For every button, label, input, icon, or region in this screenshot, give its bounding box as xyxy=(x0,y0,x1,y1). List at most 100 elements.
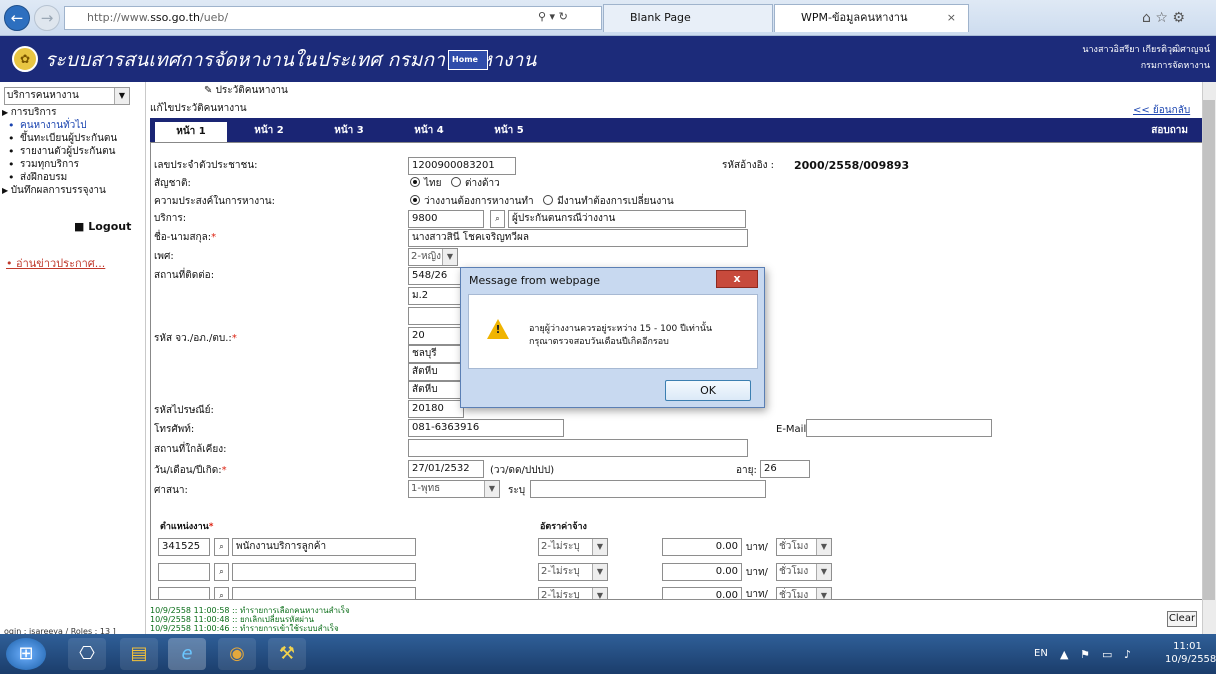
tray-expand-icon[interactable]: ▲ xyxy=(1060,648,1068,661)
tambon-field[interactable]: สัตหีบ xyxy=(408,381,464,399)
clock-time[interactable]: 11:01 xyxy=(1165,641,1210,652)
required-mark: * xyxy=(221,465,227,476)
network-icon[interactable]: ▭ xyxy=(1102,648,1112,661)
wage-amount-field[interactable]: 0.00 xyxy=(662,563,742,581)
lookup-icon[interactable]: ⌕ xyxy=(214,587,229,600)
start-button-icon[interactable]: ⊞ xyxy=(6,638,46,670)
wage-unit-value: ชั่วโมง xyxy=(779,541,809,552)
wage-amount-field[interactable]: 0.00 xyxy=(662,538,742,556)
dob-field[interactable]: 27/01/2532 xyxy=(408,460,484,478)
scrollbar-thumb[interactable] xyxy=(1203,100,1215,600)
service-name-field[interactable]: ผู้ประกันตนกรณีว่างงาน xyxy=(508,210,746,228)
clock-date[interactable]: 10/9/2558 xyxy=(1165,654,1216,665)
logout-button[interactable]: ■ Logout xyxy=(74,220,131,233)
back-arrow-icon[interactable]: ← xyxy=(4,5,30,31)
action-center-flag-icon[interactable]: ⚑ xyxy=(1080,648,1090,661)
chevron-down-icon: ▼ xyxy=(816,539,831,555)
home-star-gear-icons[interactable]: ⌂ ☆ ⚙ xyxy=(1142,10,1185,26)
tab-page-2[interactable]: หน้า 2 xyxy=(230,121,308,142)
intent-radios: ว่างงานต้องการหางานทำ มีงานทำต้องการเปลี… xyxy=(410,195,674,209)
inquiry-tab[interactable]: สอบถาม xyxy=(1151,121,1188,141)
tab-wpm[interactable]: WPM-ข้อมูลคนหางาน × xyxy=(774,4,969,32)
tab-page-5[interactable]: หน้า 5 xyxy=(470,121,548,142)
wage-type-select[interactable]: 2-ไม่ระบุ ▼ xyxy=(538,587,608,600)
sidebar-item-register-insured[interactable]: ขึ้นทะเบียนผู้ประกันตน xyxy=(2,132,144,145)
position-code-field[interactable] xyxy=(158,563,210,581)
sidebar-item-training[interactable]: ส่งฝึกอบรม xyxy=(2,171,144,184)
menu-head-services[interactable]: การบริการ xyxy=(2,106,144,119)
back-link[interactable]: << ย้อนกลับ xyxy=(1133,103,1190,118)
wage-unit-select[interactable]: ชั่วโมง ▼ xyxy=(776,587,832,600)
service-select[interactable]: บริการคนหางาน ▼ xyxy=(4,87,130,105)
tab-page-4[interactable]: หน้า 4 xyxy=(390,121,468,142)
nationality-foreign-radio[interactable] xyxy=(451,177,462,187)
user-name: นางสาวอิสรียา เกียรติวุฒิศาญจน์ xyxy=(1082,45,1210,55)
tab-page-1[interactable]: หน้า 1 xyxy=(154,121,228,142)
lookup-icon[interactable]: ⌕ xyxy=(490,210,505,228)
address-line-3[interactable] xyxy=(408,307,464,325)
position-code-field[interactable] xyxy=(158,587,210,600)
forward-arrow-icon[interactable]: → xyxy=(34,5,60,31)
chevron-down-icon: ▼ xyxy=(592,539,607,555)
sidebar-item-report-insured[interactable]: รายงานตัวผู้ประกันตน xyxy=(2,145,144,158)
news-link[interactable]: • อ่านข่าวประกาศ... xyxy=(6,254,105,272)
religion-other-field[interactable] xyxy=(530,480,766,498)
religion-select[interactable]: 1-พุทธ ▼ xyxy=(408,480,500,498)
amphoe-field[interactable]: สัตหีบ xyxy=(408,363,464,381)
bullet-icon: • xyxy=(6,257,16,270)
postal-field[interactable]: 20180 xyxy=(408,400,464,418)
home-button[interactable]: Home xyxy=(448,50,488,70)
close-tab-icon[interactable]: × xyxy=(947,5,956,31)
ok-button[interactable]: OK xyxy=(665,380,751,401)
menu-head-placement[interactable]: บันทึกผลการบรรจุงาน xyxy=(2,184,144,197)
nearby-field[interactable] xyxy=(408,439,748,457)
position-code-field[interactable]: 341525 xyxy=(158,538,210,556)
gender-select[interactable]: 2-หญิง ▼ xyxy=(408,248,458,266)
wage-amount-field[interactable]: 0.00 xyxy=(662,587,742,600)
nationality-foreign-label: ต่างด้าว xyxy=(465,178,500,189)
dob-label-text: วัน/เดือน/ปีเกิด: xyxy=(154,465,222,476)
sidebar-item-general-jobseeker[interactable]: คนหางานทั่วไป xyxy=(2,119,144,132)
name-field[interactable]: นางสาวสินี โชคเจริญทวีผล xyxy=(408,229,748,247)
province-field[interactable]: ชลบุรี xyxy=(408,345,464,363)
age-field[interactable]: 26 xyxy=(760,460,810,478)
tools-app-icon[interactable]: ⚒ xyxy=(268,638,306,670)
id-field[interactable]: 1200900083201 xyxy=(408,157,516,175)
lookup-icon[interactable]: ⌕ xyxy=(214,563,229,581)
email-field[interactable] xyxy=(806,419,992,437)
lookup-icon[interactable]: ⌕ xyxy=(214,538,229,556)
network-app-icon[interactable]: ⎔ xyxy=(68,638,106,670)
volume-icon[interactable]: ♪ xyxy=(1124,648,1131,661)
language-indicator[interactable]: EN xyxy=(1034,648,1048,659)
address-bar[interactable]: http://www.sso.go.th/ueb/ xyxy=(64,6,602,30)
dialog-title: Message from webpage xyxy=(469,274,601,287)
dialog-close-button[interactable]: x xyxy=(716,270,758,288)
tab-page-3[interactable]: หน้า 3 xyxy=(310,121,388,142)
wage-type-select[interactable]: 2-ไม่ระบุ ▼ xyxy=(538,538,608,556)
wage-type-select[interactable]: 2-ไม่ระบุ ▼ xyxy=(538,563,608,581)
address-line-2[interactable]: ม.2 xyxy=(408,287,464,305)
position-name-field[interactable]: พนักงานบริการลูกค้า xyxy=(232,538,416,556)
nationality-thai-radio[interactable] xyxy=(410,177,420,187)
file-explorer-icon[interactable]: ▤ xyxy=(120,638,158,670)
intent-unemployed-radio[interactable] xyxy=(410,195,420,205)
internet-explorer-icon[interactable]: e xyxy=(168,638,206,670)
position-name-field[interactable] xyxy=(232,563,416,581)
required-mark: * xyxy=(208,522,214,532)
intent-change-radio[interactable] xyxy=(543,195,554,205)
sidebar-item-all-services[interactable]: รวมทุกบริการ xyxy=(2,158,144,171)
wage-unit-select[interactable]: ชั่วโมง ▼ xyxy=(776,563,832,581)
search-refresh-icon[interactable]: ⚲ ▾ ↻ xyxy=(538,10,568,23)
chrome-browser-icon[interactable]: ◉ xyxy=(218,638,256,670)
position-name-field[interactable] xyxy=(232,587,416,600)
tab-blank-page[interactable]: Blank Page xyxy=(603,4,773,32)
province-code-field[interactable]: 20 xyxy=(408,327,464,345)
wage-unit-select[interactable]: ชั่วโมง ▼ xyxy=(776,538,832,556)
stop-icon: ■ xyxy=(74,220,85,233)
home-label: Home xyxy=(452,55,478,64)
clear-button[interactable]: Clear xyxy=(1167,611,1197,627)
service-code-field[interactable]: 9800 xyxy=(408,210,484,228)
gender-label: เพศ: xyxy=(154,251,174,262)
address-line-1[interactable]: 548/26 xyxy=(408,267,464,285)
phone-field[interactable]: 081-6363916 xyxy=(408,419,564,437)
